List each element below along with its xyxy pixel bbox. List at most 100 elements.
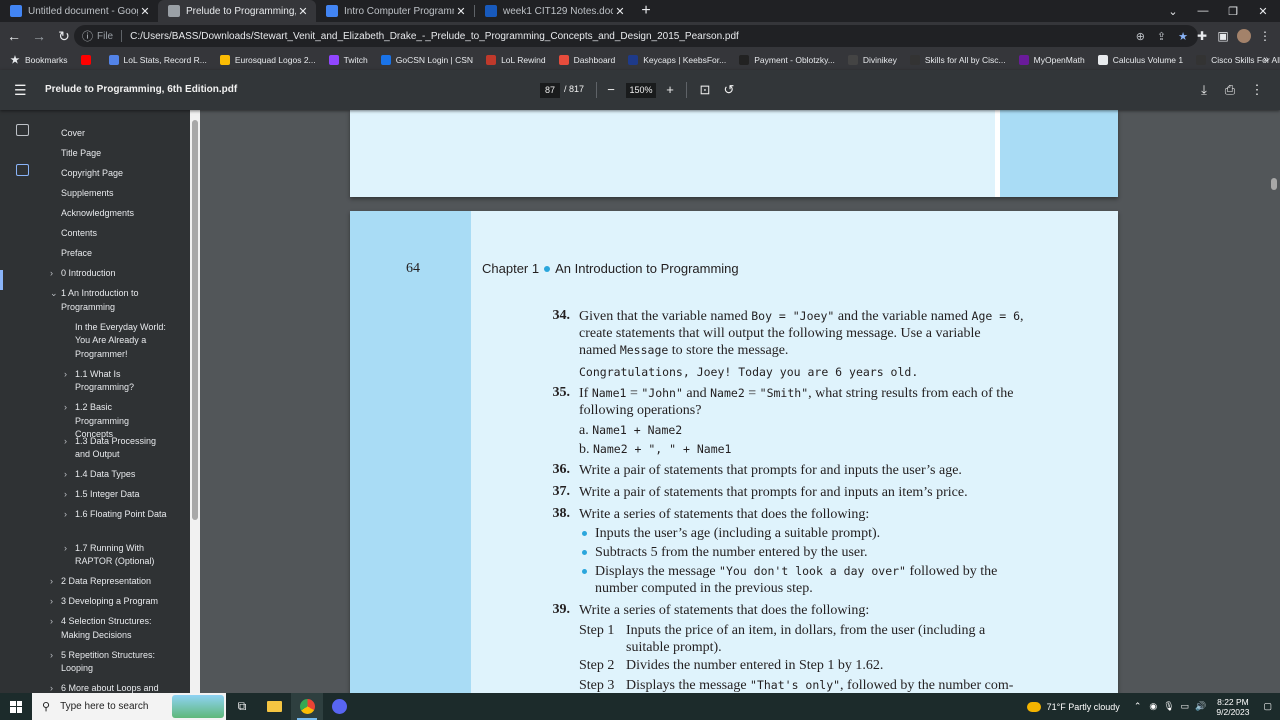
outline-item[interactable]: › 1.5 Integer Data xyxy=(64,488,167,502)
chevron-right-icon[interactable]: › xyxy=(50,682,53,693)
bookmark-item[interactable]: GoCSN Login | CSN xyxy=(380,55,473,65)
forward-button[interactable]: → xyxy=(28,25,50,47)
outline-item[interactable]: Supplements xyxy=(61,187,181,201)
pdf-more-icon[interactable]: ⋮ xyxy=(1248,81,1266,99)
zoom-icon[interactable]: ⊕ xyxy=(1136,30,1145,43)
outline-item[interactable]: In the Everyday World: You Are Already a… xyxy=(75,321,167,362)
chevron-right-icon[interactable]: › xyxy=(64,435,67,449)
chevron-right-icon[interactable]: › xyxy=(50,267,53,281)
page-number-input[interactable]: 87 xyxy=(540,83,560,98)
more-bookmarks-icon[interactable]: » xyxy=(1258,50,1274,70)
close-tab-icon[interactable]: ✕ xyxy=(454,5,468,18)
side-panel-icon[interactable]: ▣ xyxy=(1213,22,1233,50)
outline-item[interactable]: Acknowledgments xyxy=(61,207,181,221)
bookmark-item[interactable]: Skills for All by Cisc... xyxy=(909,55,1006,65)
weather-text[interactable]: 71°F Partly cloudy xyxy=(1047,702,1120,712)
discord-icon[interactable] xyxy=(323,693,355,720)
bookmark-item[interactable]: MyOpenMath xyxy=(1018,55,1085,65)
bookmark-item[interactable]: Payment - Oblotzky... xyxy=(739,55,835,65)
extensions-icon[interactable]: ✚ xyxy=(1192,22,1212,50)
clock[interactable]: 8:22 PM 9/2/2023 xyxy=(1216,697,1249,717)
outline-item[interactable]: › 4 Selection Structures: Making Decision… xyxy=(50,615,181,642)
back-button[interactable]: ← xyxy=(3,25,25,47)
bookmark-item[interactable]: Twitch xyxy=(328,55,368,65)
rotate-icon[interactable]: ↺ xyxy=(720,81,738,99)
outline-scroll-thumb[interactable] xyxy=(192,120,198,520)
network-icon[interactable]: ▭ xyxy=(1181,701,1190,712)
chevron-right-icon[interactable]: › xyxy=(50,615,53,629)
profile-avatar[interactable] xyxy=(1234,22,1254,50)
chevron-right-icon[interactable]: › xyxy=(50,649,53,663)
zoom-out-icon[interactable]: − xyxy=(602,81,620,99)
share-icon[interactable]: ⇪ xyxy=(1157,30,1166,43)
print-icon[interactable]: ⎙ xyxy=(1221,81,1239,99)
task-view-icon[interactable]: ⧉ xyxy=(226,693,258,720)
close-tab-icon[interactable]: ✕ xyxy=(138,5,152,18)
bookmark-item[interactable]: LoL Rewind xyxy=(486,55,546,65)
bookmark-star-icon[interactable]: ★ xyxy=(1178,30,1188,43)
outline-item[interactable]: › 1.4 Data Types xyxy=(64,468,167,482)
volume-icon[interactable]: 🔊 xyxy=(1195,701,1206,712)
outline-item[interactable]: › 3 Developing a Program xyxy=(50,595,181,609)
zoom-in-icon[interactable]: + xyxy=(661,81,679,99)
outline-item[interactable]: Copyright Page xyxy=(61,167,181,181)
chevron-right-icon[interactable]: › xyxy=(50,575,53,589)
download-icon[interactable]: ⤓ xyxy=(1195,81,1213,99)
bookmark-item[interactable]: Keycaps | KeebsFor... xyxy=(628,55,726,65)
outline-item[interactable]: Contents xyxy=(61,227,181,241)
bookmark-item[interactable]: ★ Bookmarks xyxy=(10,55,68,66)
outline-item[interactable]: ⌄ 1 An Introduction to Programming xyxy=(50,287,181,314)
minimize-button[interactable]: — xyxy=(1188,0,1218,22)
chrome-icon[interactable] xyxy=(291,693,323,720)
chevron-right-icon[interactable]: › xyxy=(64,488,67,502)
chevron-right-icon[interactable]: › xyxy=(64,508,67,522)
browser-menu-icon[interactable]: ⋮ xyxy=(1255,22,1275,50)
close-tab-icon[interactable]: ✕ xyxy=(296,5,310,18)
outline-item[interactable]: › 1.3 Data Processing and Output xyxy=(64,435,167,462)
bookmark-item[interactable] xyxy=(80,55,96,65)
address-bar[interactable]: ⓘ File C:/Users/BASS/Downloads/Stewart_V… xyxy=(74,25,1198,47)
bookmark-item[interactable]: Calculus Volume 1 xyxy=(1097,55,1183,65)
close-window-button[interactable]: ✕ xyxy=(1248,0,1278,22)
file-explorer-icon[interactable] xyxy=(258,693,290,720)
chevron-right-icon[interactable]: › xyxy=(64,368,67,382)
start-button[interactable] xyxy=(0,693,32,720)
outline-item[interactable]: › 1.6 Floating Point Data xyxy=(64,508,167,522)
outline-scrollbar[interactable] xyxy=(190,110,200,693)
browser-tab[interactable]: week1 CIT129 Notes.docx - Micr✕ xyxy=(475,0,633,22)
url-text[interactable]: C:/Users/BASS/Downloads/Stewart_Venit_an… xyxy=(130,31,739,42)
bookmark-item[interactable]: Divinikey xyxy=(847,55,897,65)
outline-item[interactable]: › 6 More about Loops and Decisions xyxy=(50,682,181,693)
browser-tab[interactable]: Prelude to Programming, 6th Edi✕ xyxy=(158,0,316,22)
chevron-right-icon[interactable]: › xyxy=(64,468,67,482)
microphone-icon[interactable]: 🎙 xyxy=(1163,701,1174,712)
new-tab-button[interactable]: + xyxy=(633,0,659,22)
outline-item[interactable]: Title Page xyxy=(61,147,181,161)
thumbnails-icon[interactable] xyxy=(16,124,29,136)
zoom-level-input[interactable]: 150% xyxy=(626,83,656,98)
tab-search-icon[interactable]: ⌄ xyxy=(1158,0,1188,22)
bookmark-item[interactable]: Eurosquad Logos 2... xyxy=(219,55,316,65)
reload-button[interactable]: ↻ xyxy=(53,25,75,47)
notifications-icon[interactable]: ▢ xyxy=(1263,701,1272,712)
bookmark-item[interactable]: Dashboard xyxy=(558,55,615,65)
browser-tab[interactable]: Intro Computer Programming N✕ xyxy=(316,0,474,22)
document-scroll-thumb[interactable] xyxy=(1271,178,1277,190)
outline-item[interactable]: › 2 Data Representation xyxy=(50,575,181,589)
chevron-up-icon[interactable]: ⌃ xyxy=(1134,701,1142,712)
document-scrollbar[interactable] xyxy=(1268,110,1280,693)
outline-item[interactable]: › 1.7 Running With RAPTOR (Optional) xyxy=(64,542,167,569)
fit-page-icon[interactable]: ⊡ xyxy=(696,81,714,99)
outline-icon[interactable] xyxy=(16,164,29,176)
outline-item[interactable]: Preface xyxy=(61,247,181,261)
outline-menu-icon[interactable]: ☰ xyxy=(14,82,30,98)
close-tab-icon[interactable]: ✕ xyxy=(613,5,627,18)
outline-item[interactable]: › 5 Repetition Structures: Looping xyxy=(50,649,181,676)
restore-button[interactable]: ❐ xyxy=(1218,0,1248,22)
outline-item[interactable]: › 0 Introduction xyxy=(50,267,181,281)
chevron-right-icon[interactable]: › xyxy=(50,595,53,609)
chevron-right-icon[interactable]: › xyxy=(64,542,67,556)
chevron-right-icon[interactable]: › xyxy=(64,401,67,415)
meet-now-icon[interactable]: ◉ xyxy=(1149,701,1157,712)
browser-tab[interactable]: Untitled document - Google Doc✕ xyxy=(0,0,158,22)
